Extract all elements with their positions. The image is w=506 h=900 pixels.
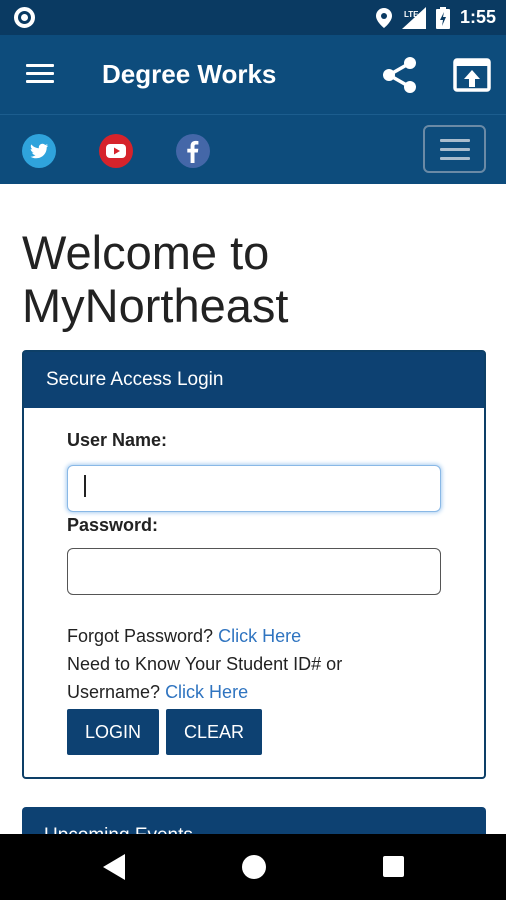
welcome-line-1: Welcome to [22,226,270,279]
youtube-icon[interactable] [99,134,133,168]
status-icons: LTE 1:55 [375,0,496,35]
student-id-link[interactable]: Click Here [165,682,248,702]
app-title: Degree Works [102,59,277,89]
location-pin-icon [375,7,392,28]
username-input[interactable] [67,465,441,512]
facebook-icon[interactable] [176,134,210,168]
open-in-browser-icon[interactable] [452,57,492,93]
recent-apps-icon[interactable] [383,856,404,877]
forgot-password-label: Forgot Password? [67,626,214,646]
clear-button[interactable]: CLEAR [166,709,262,755]
student-id-text: Need to Know Your Student ID# or [67,654,343,674]
welcome-line-2: MyNortheast [22,279,289,332]
password-label: Password: [67,515,159,535]
forgot-password-text: Forgot Password? Click Here [67,622,301,650]
back-icon[interactable] [103,854,125,880]
app-bar: Degree Works [0,35,506,114]
username-help-label: Username? [67,682,161,702]
username-label: User Name: [67,430,168,450]
page-title: Welcome to MyNortheast [22,226,482,332]
login-button[interactable]: LOGIN [67,709,159,755]
status-bar: LTE 1:55 [0,0,506,35]
clock-time: 1:55 [459,7,496,27]
battery-charging-icon [435,6,450,29]
svg-text:LTE: LTE [404,10,419,19]
system-nav-bar [0,834,506,900]
notification-circle-icon [14,7,35,28]
twitter-icon[interactable] [22,134,56,168]
login-card-header: Secure Access Login [24,352,484,408]
hamburger-menu-icon[interactable] [26,64,54,84]
text-caret [84,475,86,497]
username-help-text: Username? Click Here [67,678,248,706]
upcoming-events-header: Upcoming Events [22,807,486,834]
signal-lte-icon: LTE [401,6,426,29]
navbar-toggle-button[interactable] [423,125,486,173]
social-bar [0,114,506,184]
forgot-password-link[interactable]: Click Here [218,626,301,646]
main-content: Welcome to MyNortheast Secure Access Log… [0,184,506,834]
password-input[interactable] [67,548,441,595]
share-icon[interactable] [380,55,420,95]
login-card: Secure Access Login User Name: Password:… [22,350,486,779]
home-icon[interactable] [242,855,266,879]
